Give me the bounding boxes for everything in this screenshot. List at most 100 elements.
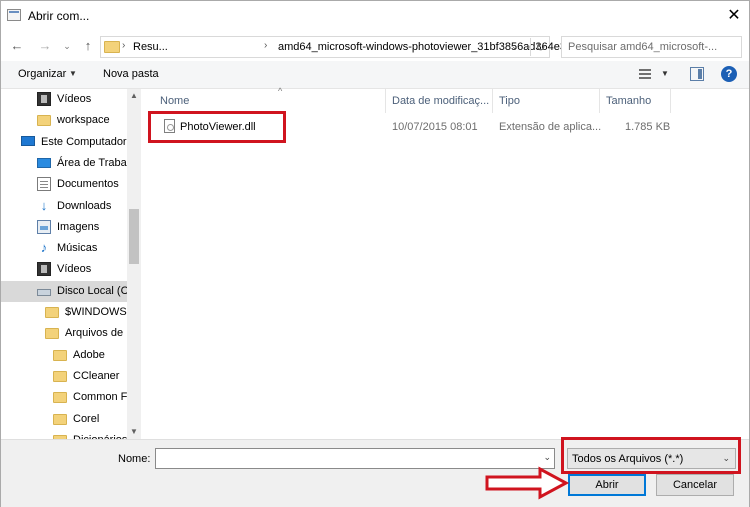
file-type-filter-value: Todos os Arquivos (*.*) — [572, 453, 684, 465]
command-toolbar: Organizar ▼ Nova pasta ▼ ? — [1, 61, 749, 89]
address-row: ← → ⌄ ↑ › Resu... › amd64_microsoft-wind… — [1, 31, 749, 61]
file-name-input[interactable] — [156, 449, 536, 468]
filter-dropdown-icon[interactable]: ⌄ — [722, 453, 730, 464]
tree-item-label: Arquivos de Programas — [65, 327, 127, 340]
scroll-thumb[interactable] — [129, 209, 139, 264]
tree-item[interactable]: Área de Trabalho — [1, 153, 127, 174]
tree-item-label: Adobe — [73, 348, 105, 361]
download-icon: ↓ — [40, 197, 48, 213]
folder-icon — [37, 115, 51, 127]
column-header-label: Tamanho — [606, 95, 652, 107]
tree-item[interactable]: Imagens — [1, 217, 127, 238]
folder-icon — [53, 413, 67, 425]
tree-item[interactable]: Vídeos — [1, 259, 127, 280]
file-list: Nome ^ Data de modificaç... Tipo Tamanho… — [142, 86, 749, 439]
tree-item[interactable]: CCleaner — [1, 366, 127, 387]
tree-item-label: Common Files — [73, 391, 127, 404]
tree-item[interactable]: Disco Local (C:) — [1, 280, 127, 302]
folder-icon — [45, 328, 59, 340]
open-button[interactable]: Abrir — [568, 474, 646, 496]
cancel-button[interactable]: Cancelar — [656, 474, 734, 496]
navigation-pane: Vídeos workspace Este Computador Área de Tr… — [1, 89, 141, 439]
tree-item[interactable]: workspace — [1, 110, 127, 131]
folder-icon — [53, 349, 67, 361]
column-header-type[interactable]: Tipo — [493, 89, 600, 113]
tree-item[interactable]: Adobe — [1, 345, 127, 366]
tree-item[interactable]: Arquivos de Programas — [1, 323, 127, 344]
window-icon — [7, 9, 21, 21]
music-icon: ♪ — [40, 240, 48, 256]
file-name-label: Nome: — [118, 453, 151, 465]
title-bar: Abrir com... ✕ — [1, 1, 749, 31]
tree-item-label: CCleaner — [73, 369, 120, 382]
pointing-arrow-icon — [485, 466, 570, 500]
desktop-icon — [37, 157, 51, 168]
breadcrumb-separator-icon[interactable]: › — [264, 40, 267, 51]
video-icon — [37, 262, 51, 277]
dll-file-icon — [164, 119, 175, 133]
folder-icon — [53, 370, 67, 382]
folder-icon — [53, 392, 67, 404]
tree-item-label: Downloads — [57, 199, 112, 212]
open-with-dialog: Abrir com... ✕ ← → ⌄ ↑ › Resu... › amd64… — [0, 0, 750, 507]
tree-item-label: Este Computador — [41, 135, 127, 148]
column-header-label: Tipo — [499, 95, 520, 107]
scroll-up-icon[interactable]: ▲ — [127, 89, 141, 103]
view-dropdown-icon[interactable]: ▼ — [661, 69, 669, 78]
search-input[interactable]: Pesquisar amd64_microsoft-... — [561, 36, 742, 58]
video-icon — [37, 92, 51, 106]
tree-item[interactable]: ↓ Downloads — [1, 196, 127, 217]
organize-dropdown-icon[interactable]: ▼ — [69, 69, 77, 78]
breadcrumb-separator-icon[interactable]: › — [122, 40, 125, 51]
file-row[interactable]: PhotoViewer.dll 10/07/2015 08:01 Extensã… — [142, 115, 749, 139]
tree-item[interactable]: $WINDOWS.~BT — [1, 302, 127, 323]
tree-item-label: Músicas — [57, 242, 98, 255]
tree-item-label: $WINDOWS.~BT — [65, 306, 127, 318]
breadcrumb-item[interactable]: Resu... — [133, 41, 168, 53]
tree-item[interactable]: Vídeos — [1, 89, 127, 110]
file-type: Extensão de aplica... — [499, 121, 602, 133]
tree-item-label: Vídeos — [57, 93, 92, 105]
pictures-icon — [37, 219, 51, 234]
navigation-scrollbar[interactable]: ▲ ▼ — [127, 89, 141, 439]
tree-item[interactable]: Este Computador — [1, 132, 127, 153]
back-arrow-icon[interactable]: ← — [9, 37, 25, 55]
tree-item-label: workspace — [57, 114, 110, 127]
tree-item[interactable]: Dicionários — [1, 430, 127, 439]
folder-icon — [45, 307, 59, 318]
folder-icon — [104, 41, 120, 53]
dialog-footer: Nome: ⌄ Todos os Arquivos (*.*) ⌄ Abrir … — [1, 439, 749, 507]
tree-item-label: Vídeos — [57, 263, 92, 276]
search-placeholder: Pesquisar amd64_microsoft-... — [568, 41, 718, 53]
computer-icon — [21, 135, 35, 146]
new-folder-button[interactable]: Nova pasta — [103, 68, 159, 80]
forward-arrow-icon[interactable]: → — [37, 37, 53, 55]
address-bar[interactable]: › Resu... › amd64_microsoft-windows-phot… — [100, 36, 587, 58]
column-header-label: Nome — [160, 95, 190, 107]
tree-item-label: Corel — [73, 412, 100, 425]
column-header-label: Data de modificaç... — [392, 95, 490, 107]
tree-item[interactable]: Documentos — [1, 174, 127, 195]
preview-pane-icon[interactable] — [690, 67, 704, 81]
organize-button[interactable]: Organizar — [18, 68, 66, 80]
window-title: Abrir com... — [28, 9, 90, 23]
file-name-dropdown-icon[interactable]: ⌄ — [543, 452, 551, 463]
column-header-date[interactable]: Data de modificaç... — [386, 89, 493, 113]
column-header-name[interactable]: Nome ^ — [154, 86, 386, 113]
scroll-down-icon[interactable]: ▼ — [127, 425, 141, 439]
close-icon[interactable]: ✕ — [719, 1, 749, 31]
up-arrow-icon[interactable]: ↑ — [80, 37, 96, 55]
column-header-size[interactable]: Tamanho — [600, 89, 671, 113]
view-options-icon[interactable] — [639, 67, 655, 81]
refresh-icon[interactable]: ↻ — [530, 38, 550, 56]
help-icon[interactable]: ? — [721, 66, 737, 82]
tree-item[interactable]: Common Files — [1, 387, 127, 408]
address-dropdown-icon[interactable]: ⌄ — [511, 41, 525, 52]
documents-icon — [37, 177, 51, 192]
tree-item[interactable]: Corel — [1, 409, 127, 430]
tree-item[interactable]: ♪ Músicas — [1, 238, 127, 259]
recent-locations-chevron-icon[interactable]: ⌄ — [61, 37, 73, 55]
tree-item-label: Área de Trabalho — [57, 156, 127, 169]
file-type-filter-select[interactable]: Todos os Arquivos (*.*) ⌄ — [567, 448, 736, 469]
tree-item-label: Documentos — [57, 178, 119, 191]
